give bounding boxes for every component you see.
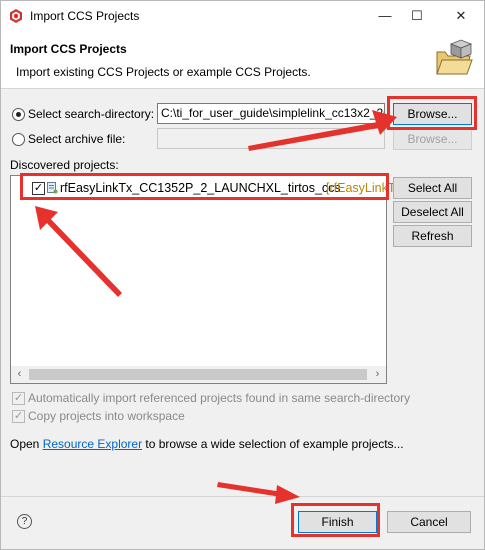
resource-explorer-text: Open Resource Explorer to browse a wide … <box>10 437 404 451</box>
copy-projects-label: Copy projects into workspace <box>28 409 185 423</box>
page-description: Import existing CCS Projects or example … <box>16 65 311 79</box>
project-name: rfEasyLinkTx_CC1352P_2_LAUNCHXL_tirtos_c… <box>60 181 341 195</box>
auto-import-checkbox[interactable]: ✓ <box>12 392 25 405</box>
scroll-right-icon[interactable]: › <box>369 366 386 383</box>
import-folder-icon <box>436 39 473 75</box>
refresh-button[interactable]: Refresh <box>393 225 472 247</box>
wizard-header: Import CCS Projects Import existing CCS … <box>1 32 484 89</box>
projects-list[interactable]: ✓ rfEasyLinkTx_CC1352P_2_LAUNCHXL_tirtos… <box>10 175 402 384</box>
project-detail: [rfEasyLinkTx <box>326 181 402 195</box>
browse-directory-button[interactable]: Browse... <box>393 103 472 125</box>
search-directory-input[interactable]: C:\ti_for_user_guide\simplelink_cc13x2_2… <box>157 103 385 124</box>
resource-explorer-link[interactable]: Resource Explorer <box>43 437 142 451</box>
archive-file-radio[interactable] <box>12 133 25 146</box>
page-title: Import CCS Projects <box>10 42 127 56</box>
scroll-thumb[interactable] <box>29 369 367 380</box>
window-title: Import CCS Projects <box>30 9 140 23</box>
deselect-all-button[interactable]: Deselect All <box>393 201 472 223</box>
auto-import-label: Automatically import referenced projects… <box>28 391 411 405</box>
minimize-button[interactable]: — <box>371 5 399 27</box>
list-item[interactable]: ✓ rfEasyLinkTx_CC1352P_2_LAUNCHXL_tirtos… <box>11 178 402 198</box>
title-bar: Import CCS Projects — ☐ ✕ <box>1 1 484 32</box>
horizontal-scrollbar[interactable]: ‹ › <box>11 366 386 383</box>
import-dialog: Import CCS Projects — ☐ ✕ Import CCS Pro… <box>0 0 485 550</box>
ccs-app-icon <box>10 9 22 23</box>
project-checkbox[interactable]: ✓ <box>32 182 45 195</box>
maximize-button[interactable]: ☐ <box>403 5 431 27</box>
browse-archive-button[interactable]: Browse... <box>393 128 472 150</box>
search-directory-radio[interactable] <box>12 108 25 121</box>
footer-divider <box>1 496 484 497</box>
archive-file-label: Select archive file: <box>28 132 126 146</box>
select-all-button[interactable]: Select All <box>393 177 472 199</box>
search-directory-label: Select search-directory: <box>28 107 155 121</box>
copy-projects-checkbox[interactable]: ✓ <box>12 410 25 423</box>
project-icon <box>47 182 58 194</box>
explorer-prefix: Open <box>10 437 43 451</box>
cancel-button[interactable]: Cancel <box>387 511 471 533</box>
scroll-left-icon[interactable]: ‹ <box>11 366 28 383</box>
help-icon[interactable]: ? <box>17 514 32 529</box>
close-button[interactable]: ✕ <box>447 5 475 27</box>
finish-button[interactable]: Finish <box>298 511 377 533</box>
explorer-suffix: to browse a wide selection of example pr… <box>142 437 404 451</box>
discovered-projects-label: Discovered projects: <box>10 158 119 172</box>
archive-file-input[interactable] <box>157 128 385 149</box>
